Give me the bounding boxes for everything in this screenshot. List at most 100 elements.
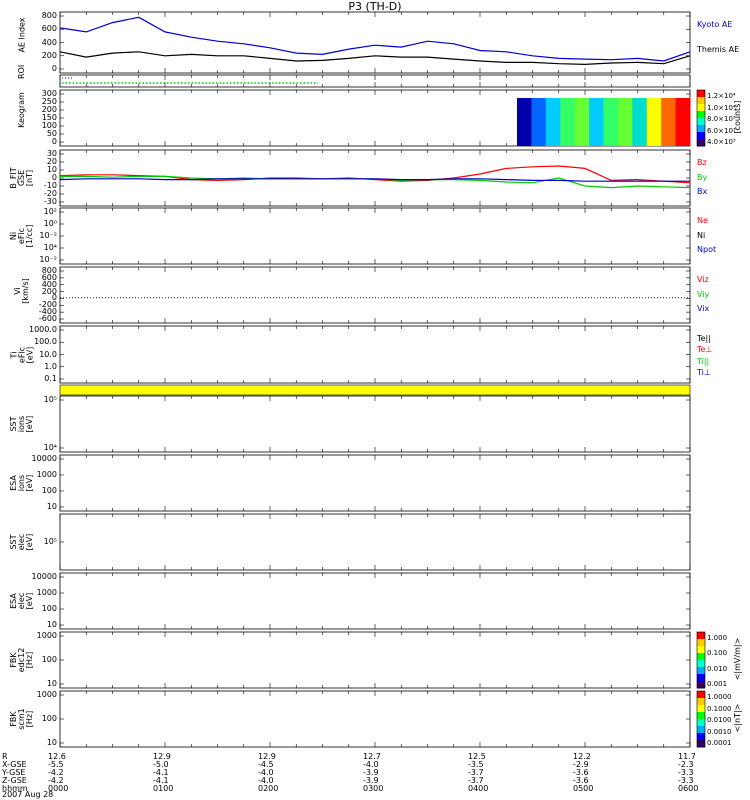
legend-vi-2: Vix xyxy=(697,304,710,314)
colorbar-segment xyxy=(697,639,705,647)
colorbar-segment xyxy=(697,740,705,748)
keogram-cell xyxy=(545,98,561,146)
legend-ti-3: Ti⊥ xyxy=(697,367,711,377)
keogram-cell xyxy=(560,98,576,146)
colorbar-segment xyxy=(697,632,705,640)
xaxis-value: 0300 xyxy=(363,784,384,793)
ytick-label-fbk1: 100 xyxy=(41,655,57,664)
ytick-label-fbk2: 100 xyxy=(41,714,57,723)
panel-frame-esa2 xyxy=(59,572,691,630)
panel-frame-bfit xyxy=(59,149,691,207)
colorbar-tick: 1.0×10⁴ xyxy=(707,103,736,112)
colorbar-segment xyxy=(697,691,705,699)
ytick-label-ae: 800 xyxy=(41,11,57,20)
ytick-label-ni: 10² xyxy=(43,207,57,216)
colorbar-segment xyxy=(697,698,705,706)
colorbar-label-keogram: [counts] xyxy=(733,100,742,134)
panel-frame-fbk1 xyxy=(59,631,691,689)
colorbar-tick: 0.1000 xyxy=(707,704,732,713)
ytick-label-ae: 600 xyxy=(41,24,57,34)
xaxis-value: 0200 xyxy=(258,784,279,793)
keogram-cell xyxy=(617,98,633,146)
colorbar-label-fbk1: <|mV/m|> xyxy=(733,637,742,681)
ytick-label-fbk1: 10 xyxy=(46,679,57,688)
colorbar-tick: 0.0100 xyxy=(707,716,732,724)
keogram-cell xyxy=(632,98,648,146)
keogram-cell xyxy=(517,98,532,146)
keogram-cell xyxy=(603,98,619,146)
ytick-label-ae: 400 xyxy=(41,37,57,47)
colorbar-tick: 0.010 xyxy=(707,664,728,673)
ytick-label-ni: 10⁰ xyxy=(43,219,57,228)
ytick-label-ae: 0 xyxy=(51,64,57,73)
ytick-label-fbk1: 1000 xyxy=(36,631,57,640)
series-line-ae-1 xyxy=(59,51,691,66)
colorbar-segment xyxy=(697,125,705,133)
ytick-label-sst1: 10⁵ xyxy=(43,395,57,404)
colorbar-segment xyxy=(697,104,705,112)
colorbar-segment xyxy=(697,681,705,689)
colorbar-segment xyxy=(697,705,705,713)
ytick-label-ni: 10⁻² xyxy=(39,231,57,240)
ytick-label-esa1: 10 xyxy=(46,502,57,511)
keogram-cell xyxy=(675,98,691,146)
ylabel-line: AE Index xyxy=(17,16,26,53)
legend-bfit-2: Bx xyxy=(697,187,708,197)
colorbar-tick: 0.0010 xyxy=(707,727,732,736)
xaxis-value: 0500 xyxy=(573,784,594,793)
ytick-label-esa1: 100 xyxy=(41,486,57,495)
colorbar-segment xyxy=(697,646,705,654)
colorbar-segment xyxy=(697,90,705,98)
colorbar-segment xyxy=(697,132,705,140)
plot-date: 2007 Aug 28 xyxy=(2,790,54,799)
colorbar-segment xyxy=(697,667,705,675)
ytick-label-vi: -600 xyxy=(38,314,57,323)
legend-vi-0: Viz xyxy=(697,275,709,284)
legend-bfit-0: Bz xyxy=(697,158,707,167)
plot-title: P3 (TH-D) xyxy=(348,0,402,13)
panel-frame-esa1 xyxy=(59,454,691,512)
colorbar-tick: 0.001 xyxy=(707,680,728,688)
ytick-label-ae: 200 xyxy=(41,50,57,60)
ylabel-keogram: Keogram xyxy=(17,82,26,138)
colorbar-label-fbk2: <|nT|> xyxy=(733,703,742,733)
legend-ti-1: Te⊥ xyxy=(697,345,713,355)
colorbar-tick: 8.0×10³ xyxy=(707,115,736,123)
ytick-label-bfit: -30 xyxy=(43,197,57,206)
panel-frame-sst2 xyxy=(59,513,691,571)
series-line-bfit-3 xyxy=(60,175,691,189)
ytick-label-ti: 100.0 xyxy=(34,337,57,347)
keogram-cell xyxy=(661,98,677,146)
ytick-label-ti: 1000.0 xyxy=(29,325,57,334)
colorbar-tick: 1.0000 xyxy=(707,693,732,701)
colorbar-segment xyxy=(697,653,705,661)
ytick-label-fbk2: 10 xyxy=(46,738,57,747)
colorbar-segment xyxy=(697,719,705,727)
xaxis-value: 0400 xyxy=(468,784,489,793)
ylabel-roi: ROI xyxy=(17,64,26,79)
keogram-cell xyxy=(531,98,547,146)
ytick-label-ni: 10⁴ xyxy=(43,243,57,252)
keogram-cell xyxy=(574,98,590,146)
ylabel-line: ROI xyxy=(17,64,26,79)
panel-frame-sst1 xyxy=(59,395,691,453)
colorbar-tick: 1.000 xyxy=(707,634,728,642)
yellow-status-bar xyxy=(59,384,691,396)
colorbar-tick: 0.0001 xyxy=(707,739,732,747)
xaxis-value: 0600 xyxy=(678,784,699,793)
legend-ti-2: Ti|| xyxy=(697,356,710,366)
colorbar-segment xyxy=(697,726,705,734)
panel-frame-fbk2 xyxy=(59,690,691,748)
colorbar-tick: 6.0×10³ xyxy=(707,126,736,135)
colorbar-segment xyxy=(697,97,705,105)
legend-vi-1: Viy xyxy=(697,289,710,299)
ytick-label-esa2: 10 xyxy=(46,620,57,629)
ylabel-ae: AE Index xyxy=(17,4,26,65)
colorbar-segment xyxy=(697,733,705,741)
panel-frame-ti xyxy=(59,325,691,384)
ytick-label-ni: 10⁻² xyxy=(39,255,57,264)
colorbar-segment xyxy=(697,660,705,668)
ytick-label-ti: 10.0 xyxy=(39,349,57,359)
legend-ti-0: Te|| xyxy=(697,334,711,343)
ylabel-line: Keogram xyxy=(17,92,26,128)
